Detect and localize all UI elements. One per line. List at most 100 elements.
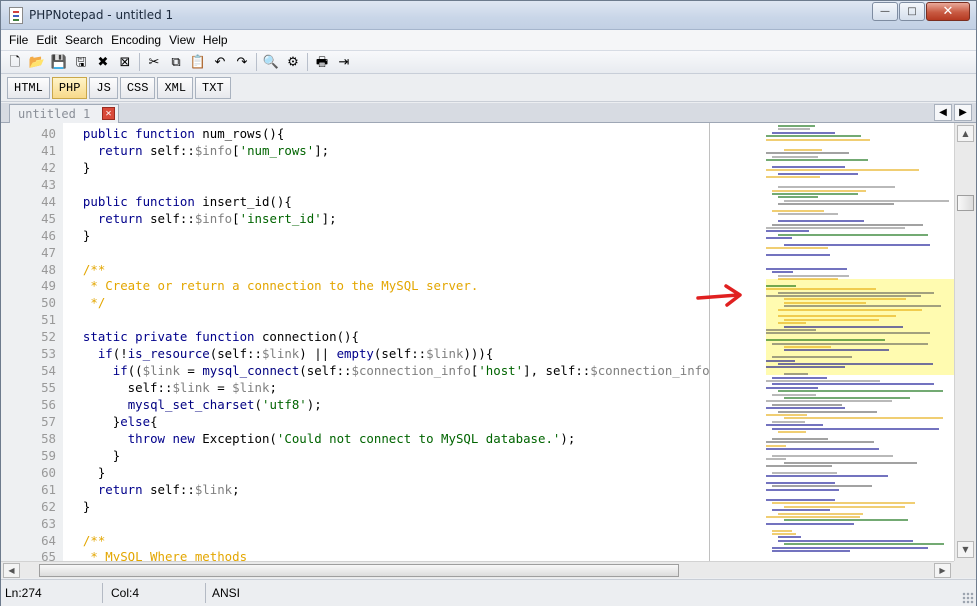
minimize-button[interactable]: — (872, 2, 898, 21)
minimap-line (784, 417, 943, 420)
token-comment: * MySQL Where methods (68, 549, 248, 561)
code-text: public function insert_id(){ (68, 193, 292, 210)
code-text: if(($link = mysql_connect(self::$connect… (68, 362, 710, 379)
scroll-up-button[interactable]: ▲ (957, 125, 974, 142)
language-html-button[interactable]: HTML (7, 77, 50, 99)
minimap-line (766, 414, 808, 416)
close-window-button[interactable]: ✕ (926, 2, 970, 21)
token-variable: $info (194, 210, 233, 226)
exit-icon[interactable]: ⇥ (333, 52, 355, 72)
minimap-line (766, 424, 823, 427)
token-plain: } (68, 498, 91, 514)
menu-file[interactable]: File (5, 33, 32, 47)
token-string: 'utf8' (261, 397, 307, 412)
menu-help[interactable]: Help (199, 33, 232, 47)
code-text: } (68, 464, 105, 481)
resize-grip-icon[interactable] (962, 592, 974, 604)
token-plain: ))){ (463, 346, 494, 362)
language-txt-button[interactable]: TXT (195, 77, 231, 99)
menu-edit[interactable]: Edit (32, 33, 61, 47)
code-text: /** (68, 261, 105, 278)
tab-next-button[interactable]: ▶ (954, 104, 972, 121)
minimap-line (772, 223, 923, 226)
minimap-line (772, 155, 818, 158)
menu-encoding[interactable]: Encoding (107, 33, 165, 47)
vertical-scrollbar[interactable]: ▲ ▼ (954, 123, 976, 561)
undo-icon[interactable]: ↶ (209, 52, 231, 72)
token-variable: $connection_info (590, 363, 710, 379)
code-text: /** (68, 532, 105, 549)
horizontal-scrollbar[interactable]: ◀ ▶ (1, 561, 954, 578)
code-editor[interactable]: 40 public function num_rows(){41 return … (1, 123, 954, 561)
document-minimap[interactable] (710, 123, 954, 561)
menu-search[interactable]: Search (61, 33, 107, 47)
minimap-line (766, 230, 810, 233)
document-tab[interactable]: untitled 1 ✕ (9, 104, 119, 123)
line-number: 57 (41, 413, 56, 429)
minimap-line (778, 291, 934, 294)
minimap-line (766, 332, 930, 335)
token-plain: } (68, 413, 121, 429)
code-text: return self::$info['num_rows']; (68, 142, 329, 159)
title-bar[interactable]: PHPNotepad - untitled 1 — □ ✕ (1, 1, 976, 30)
paste-icon[interactable]: 📋 (187, 52, 209, 72)
code-text: * MySQL Where methods (68, 548, 247, 561)
horizontal-scroll-thumb[interactable] (39, 564, 679, 577)
language-css-button[interactable]: CSS (119, 77, 156, 99)
tab-prev-button[interactable]: ◀ (934, 104, 952, 121)
minimap-line (766, 407, 845, 410)
close-tab-icon[interactable]: ✕ (102, 107, 115, 120)
scroll-left-button[interactable]: ◀ (3, 563, 20, 578)
code-text: */ (68, 294, 105, 311)
minimap-line (766, 359, 796, 362)
minimap-line (778, 278, 839, 280)
close-file-icon[interactable]: ✖ (92, 52, 114, 72)
minimap-line (766, 159, 869, 161)
vertical-scroll-thumb[interactable] (957, 195, 974, 211)
minimap-line (772, 529, 792, 532)
minimap-line (772, 383, 934, 386)
toolbar: 🗋 📂 💾 🖫 ✖ ⊠ ✂ ⧉ 📋 ↶ ↷ 🔍 ⚙ 🖶 ⇥ (1, 50, 976, 74)
open-file-icon[interactable]: 📂 (26, 52, 48, 72)
code-line: 55 self::$link = $link; (1, 379, 709, 396)
line-number: 44 (41, 193, 56, 209)
close-all-icon[interactable]: ⊠ (114, 52, 136, 72)
line-number: 64 (41, 532, 56, 548)
minimap-line (766, 237, 792, 240)
minimap-line (784, 543, 944, 546)
language-php-button[interactable]: PHP (51, 77, 88, 99)
scroll-down-button[interactable]: ▼ (957, 541, 974, 558)
minimap-line (784, 305, 942, 308)
print-icon[interactable]: 🖶 (311, 52, 333, 72)
line-number: 42 (41, 159, 56, 175)
code-text: }else{ (68, 413, 158, 430)
code-line: 51 (1, 311, 709, 328)
cut-icon[interactable]: ✂ (143, 52, 165, 72)
minimap-line (778, 196, 818, 199)
token-plain: } (68, 227, 91, 243)
minimap-line (772, 393, 816, 396)
minimap-line (766, 400, 893, 403)
menu-view[interactable]: View (165, 33, 199, 47)
token-function: mysql_set_charset (127, 397, 255, 412)
save-icon[interactable]: 💾 (48, 52, 70, 72)
redo-icon[interactable]: ↷ (231, 52, 253, 72)
replace-icon[interactable]: ⚙ (282, 52, 304, 72)
save-all-icon[interactable]: 🖫 (70, 52, 92, 72)
copy-icon[interactable]: ⧉ (165, 52, 187, 72)
maximize-button[interactable]: □ (899, 2, 925, 21)
status-column: Col:4 (103, 583, 206, 603)
token-variable: $link (194, 481, 233, 497)
minimap-line (766, 465, 833, 467)
language-xml-button[interactable]: XML (157, 77, 194, 99)
new-file-icon[interactable]: 🗋 (4, 52, 26, 72)
code-line: 61 return self::$link; (1, 481, 709, 498)
language-js-button[interactable]: JS (89, 77, 118, 99)
status-line: Ln:274 (1, 583, 103, 603)
line-number: 59 (41, 447, 56, 463)
scroll-right-button[interactable]: ▶ (934, 563, 951, 578)
token-plain: (self:: (373, 346, 427, 362)
code-text: return self::$link; (68, 481, 240, 498)
find-icon[interactable]: 🔍 (260, 52, 282, 72)
